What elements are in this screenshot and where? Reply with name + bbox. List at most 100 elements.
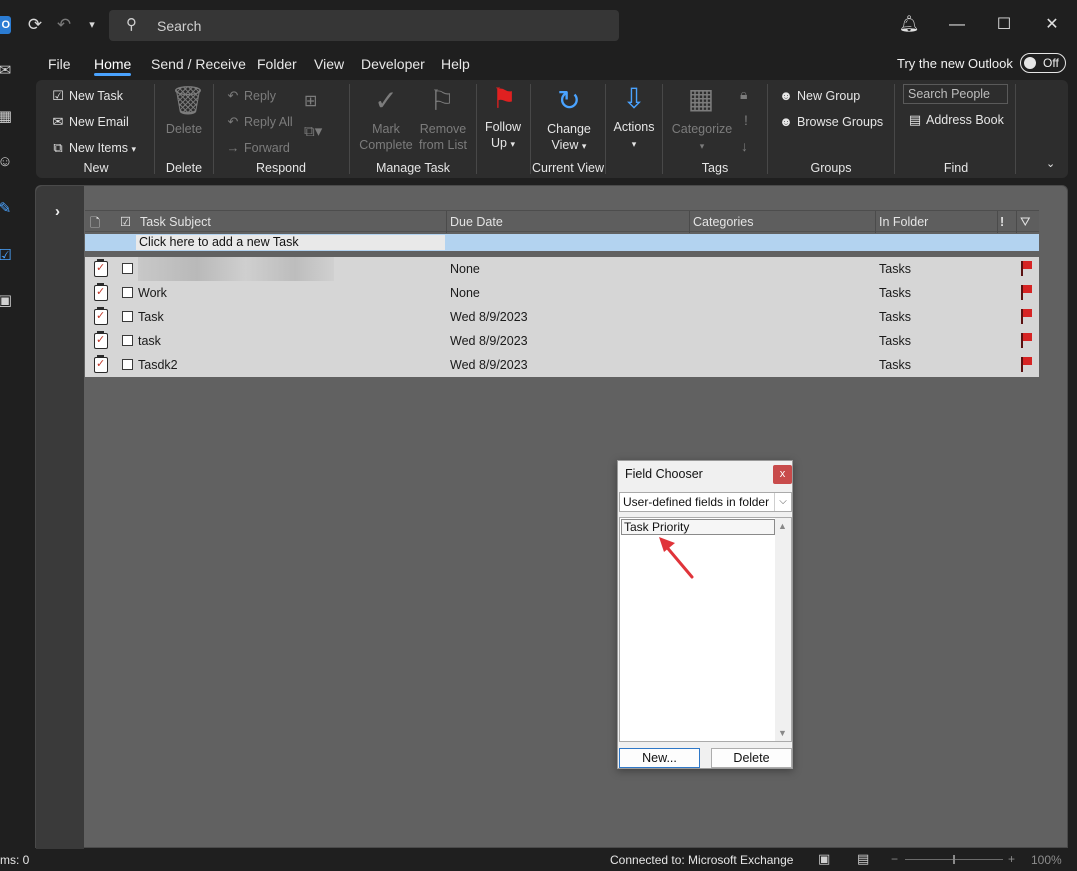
table-row[interactable]: Tasdk2 Wed 8/9/2023 Tasks: [85, 353, 1039, 377]
remove-from-list-button[interactable]: Remove from List: [416, 121, 470, 153]
field-list-scrollbar[interactable]: ▲ ▼: [775, 518, 791, 741]
column-separator: [689, 211, 690, 233]
close-button[interactable]: ✕: [1038, 11, 1066, 39]
search-people-input[interactable]: [903, 84, 1008, 104]
zoom-level[interactable]: 100%: [1031, 853, 1062, 867]
flag-icon[interactable]: [1021, 309, 1033, 324]
column-in-folder[interactable]: In Folder: [879, 215, 928, 229]
calendar-icon[interactable]: ▦: [0, 108, 14, 126]
mark-complete-button[interactable]: Mark Complete: [358, 121, 414, 153]
scroll-down-icon[interactable]: ▼: [778, 728, 787, 738]
zoom-in-button[interactable]: +: [1008, 852, 1015, 866]
remove-flag-icon: ⚐: [429, 85, 455, 116]
ribbon-collapse-icon[interactable]: ⌄: [1046, 156, 1055, 172]
quick-access-dropdown-icon[interactable]: ▾: [80, 13, 104, 37]
forward-button[interactable]: → Forward: [225, 140, 290, 156]
column-importance[interactable]: !: [1000, 215, 1004, 229]
tab-file[interactable]: File: [48, 56, 71, 72]
chevron-down-icon: ▾: [699, 141, 705, 151]
complete-checkbox[interactable]: [122, 263, 133, 274]
address-book-button[interactable]: ▤ Address Book: [907, 112, 1004, 128]
flag-icon[interactable]: [1021, 285, 1033, 300]
task-icon: [94, 307, 108, 325]
zoom-out-button[interactable]: −: [891, 852, 898, 866]
meeting-reply-icon[interactable]: ⊞: [304, 94, 317, 110]
table-row[interactable]: Work None Tasks: [85, 281, 1039, 305]
low-importance-icon[interactable]: ↓: [741, 138, 748, 154]
flag-filter-icon[interactable]: ⛛: [1020, 215, 1031, 230]
delete-field-button[interactable]: Delete: [711, 748, 792, 768]
flag-icon[interactable]: [1021, 333, 1033, 348]
zoom-slider-thumb[interactable]: [953, 855, 955, 864]
tab-send-receive[interactable]: Send / Receive: [151, 56, 246, 72]
maximize-button[interactable]: ☐: [990, 11, 1018, 39]
new-field-button[interactable]: New...: [619, 748, 700, 768]
chevron-down-icon[interactable]: ⌵: [774, 493, 791, 511]
try-new-outlook-toggle[interactable]: Off: [1020, 53, 1066, 73]
private-lock-icon[interactable]: 🔒︎: [740, 86, 747, 102]
new-email-button[interactable]: ✉ New Email: [50, 114, 129, 130]
table-row[interactable]: task Wed 8/9/2023 Tasks: [85, 329, 1039, 353]
more-respond-icon[interactable]: ⧉▾: [304, 124, 322, 140]
task-due-date: None: [450, 286, 480, 300]
field-chooser-dialog: Field Chooser x User-defined fields in f…: [617, 460, 793, 769]
normal-view-icon[interactable]: ▣: [818, 851, 830, 867]
new-task-button[interactable]: ☑ New Task: [50, 88, 123, 104]
search-box[interactable]: ⚲: [109, 10, 619, 41]
ribbon-separator: [1015, 84, 1016, 174]
undo-icon[interactable]: ↶: [52, 13, 76, 37]
column-categories[interactable]: Categories: [693, 215, 753, 229]
browse-groups-button[interactable]: ☻ Browse Groups: [778, 114, 883, 130]
tab-folder[interactable]: Folder: [257, 56, 297, 72]
search-icon: ⚲: [126, 16, 137, 33]
scroll-up-icon[interactable]: ▲: [778, 521, 787, 531]
reply-all-button[interactable]: ↶ Reply All: [225, 114, 293, 130]
ribbon-separator: [530, 84, 531, 174]
search-input[interactable]: [157, 10, 597, 41]
new-group-button[interactable]: ☻ New Group: [778, 88, 860, 104]
sync-icon[interactable]: ⟳: [23, 13, 47, 37]
apps-icon[interactable]: ▣: [0, 292, 14, 310]
table-row[interactable]: None Tasks: [85, 257, 1039, 281]
field-list: Task Priority ▲ ▼: [619, 517, 792, 742]
complete-checkbox[interactable]: [122, 311, 133, 322]
complete-checkbox[interactable]: [122, 359, 133, 370]
add-new-task-input[interactable]: Click here to add a new Task: [136, 235, 445, 250]
expand-folder-pane-icon[interactable]: ›: [55, 203, 60, 220]
tab-home[interactable]: Home: [94, 56, 131, 72]
high-importance-icon[interactable]: !: [744, 112, 748, 128]
delete-button[interactable]: Delete: [160, 121, 208, 137]
mail-icon[interactable]: ✉: [0, 62, 14, 80]
nav-rail: ✉ ▦ ☺ ✎ ☑ ▣: [0, 50, 16, 850]
actions-button[interactable]: Actions ▾: [610, 119, 658, 152]
table-row[interactable]: Task Wed 8/9/2023 Tasks: [85, 305, 1039, 329]
categorize-button[interactable]: Categorize ▾: [670, 121, 734, 154]
field-item-task-priority[interactable]: Task Priority: [621, 519, 775, 535]
minimize-button[interactable]: —: [943, 11, 971, 39]
column-task-subject[interactable]: Task Subject: [140, 215, 211, 229]
icon-column-header[interactable]: 🗋︎: [90, 214, 100, 235]
pen-icon[interactable]: ✎: [0, 200, 14, 218]
new-items-button[interactable]: ⧉ New Items ▾: [50, 140, 136, 157]
column-due-date[interactable]: Due Date: [450, 215, 503, 229]
field-set-select[interactable]: User-defined fields in folder ⌵: [619, 492, 792, 512]
complete-checkbox[interactable]: [122, 335, 133, 346]
trash-icon: 🗑︎: [170, 85, 206, 116]
dialog-close-button[interactable]: x: [773, 465, 792, 484]
task-subject: task: [138, 334, 161, 348]
complete-checkbox[interactable]: [122, 287, 133, 298]
flag-icon[interactable]: [1021, 261, 1033, 276]
complete-column-header[interactable]: ☑: [120, 214, 131, 229]
tab-help[interactable]: Help: [441, 56, 470, 72]
reading-view-icon[interactable]: ▤: [857, 851, 869, 867]
tab-developer[interactable]: Developer: [361, 56, 425, 72]
bell-icon[interactable]: 🔔︎: [895, 11, 923, 39]
add-new-task-row[interactable]: Click here to add a new Task: [85, 234, 1039, 251]
follow-up-button[interactable]: Follow Up ▾: [480, 119, 526, 152]
tasks-icon[interactable]: ☑: [0, 247, 14, 265]
tab-view[interactable]: View: [314, 56, 344, 72]
people-icon[interactable]: ☺: [0, 153, 14, 171]
reply-button[interactable]: ↶ Reply: [225, 88, 276, 104]
change-view-button[interactable]: Change View ▾: [541, 121, 597, 154]
flag-icon[interactable]: [1021, 357, 1033, 372]
